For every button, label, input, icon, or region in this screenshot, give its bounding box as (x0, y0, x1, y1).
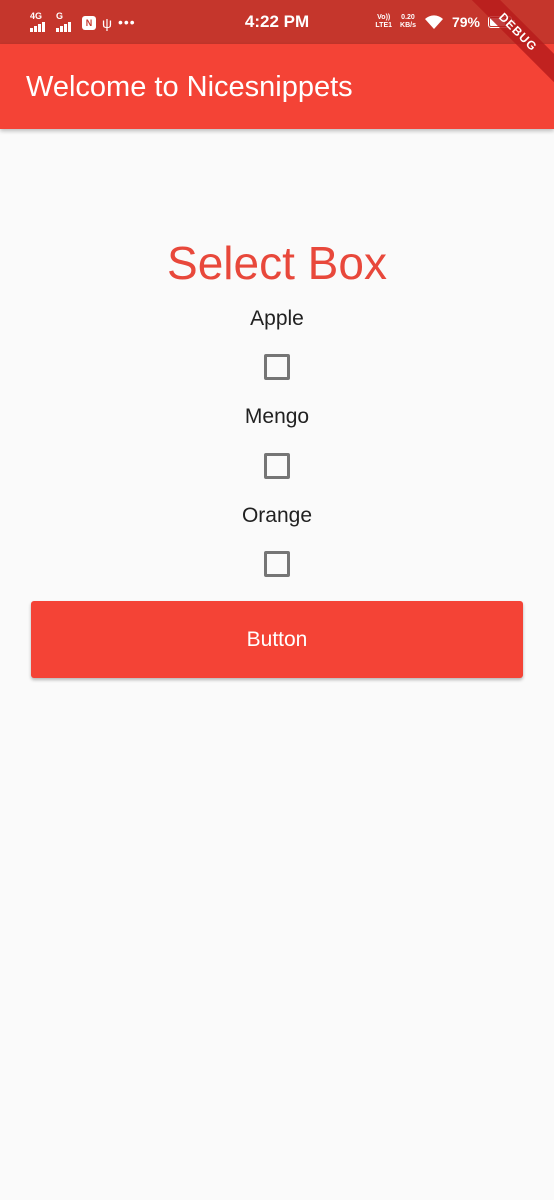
volte-label: Vo)) (377, 14, 391, 21)
app-bar-title: Welcome to Nicesnippets (26, 71, 353, 103)
submit-button[interactable]: Button (31, 601, 523, 678)
network-speed: 0.20 KB/s (400, 14, 416, 30)
speed-unit: KB/s (400, 22, 416, 29)
checkbox-orange[interactable] (264, 551, 290, 577)
app-bar: Welcome to Nicesnippets (0, 44, 554, 129)
wifi-icon (424, 15, 443, 29)
option-label-orange: Orange (241, 504, 313, 527)
volte-icon: Vo)) LTE1 (375, 14, 392, 30)
status-bar: 4G G N ψ ••• 4:22 PM Vo)) LTE1 0.20 KB/s… (0, 0, 554, 44)
battery-percent: 79% (451, 14, 480, 30)
page-heading: Select Box (167, 237, 387, 289)
option-label-mengo: Mengo (244, 405, 310, 428)
lte-label: LTE1 (375, 22, 393, 29)
option-label-apple: Apple (250, 307, 304, 330)
speed-value: 0.20 (401, 14, 415, 21)
checkbox-mengo[interactable] (264, 453, 290, 479)
checkbox-apple[interactable] (264, 354, 290, 380)
